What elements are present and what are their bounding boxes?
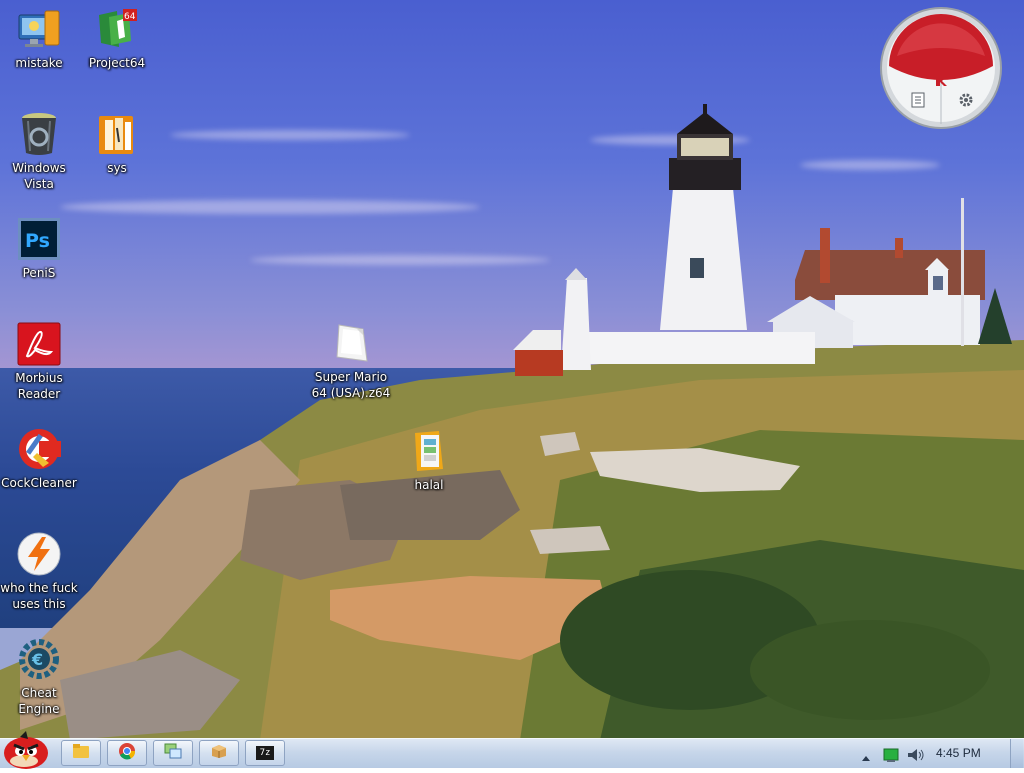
- volume-icon[interactable]: [907, 747, 925, 761]
- desktop-icon-super-mario-64[interactable]: Super Mario 64 (USA).z64: [306, 320, 396, 401]
- taskbar-switch-windows-button[interactable]: [153, 740, 193, 766]
- folder-icon: [94, 111, 140, 157]
- angry-bird-start-icon: [2, 731, 52, 773]
- svg-text:Ps: Ps: [25, 230, 50, 252]
- gear-icon[interactable]: [958, 92, 974, 108]
- desktop-icon-label: Super Mario 64 (USA).z64: [311, 370, 391, 400]
- svg-text:€: €: [31, 650, 43, 669]
- desktop-icon-morbius-reader[interactable]: Morbius Reader: [0, 321, 78, 402]
- package-icon: [210, 743, 228, 763]
- desktop-icon-label: Morbius Reader: [15, 371, 63, 401]
- desktop-icon-penis[interactable]: Ps PeniS: [0, 216, 78, 281]
- monitor-user-icon: [16, 6, 62, 52]
- desktop-icon-sys[interactable]: sys: [78, 111, 156, 176]
- desktop-icon-cheat-engine[interactable]: € Cheat Engine: [0, 636, 78, 717]
- cheat-engine-icon: €: [16, 636, 62, 682]
- recycle-bin-icon: [16, 111, 62, 157]
- show-hidden-icon[interactable]: [861, 749, 871, 761]
- taskbar-chrome-button[interactable]: [107, 740, 147, 766]
- rom-file-icon: [328, 320, 374, 366]
- taskbar-7zip-button[interactable]: 7z: [245, 740, 285, 766]
- report-icon[interactable]: [911, 92, 925, 108]
- window-switch-icon: [164, 743, 182, 763]
- network-icon[interactable]: [883, 747, 899, 762]
- desktop-icon-label: mistake: [15, 56, 63, 70]
- taskbar-explorer-button[interactable]: [61, 740, 101, 766]
- desktop-icon-project64[interactable]: 64 Project64: [78, 6, 156, 71]
- desktop-icon-windows-vista[interactable]: Windows Vista: [0, 111, 78, 192]
- desktop-icon-who-the-fuck-uses-this[interactable]: who the fuck uses this: [0, 531, 78, 612]
- coastline: [0, 340, 1024, 738]
- start-button[interactable]: [2, 731, 52, 769]
- chrome-icon: [118, 742, 136, 764]
- 7zip-icon: 7z: [256, 746, 274, 760]
- lightning-icon: [16, 531, 62, 577]
- pdf-reader-icon: [16, 321, 62, 367]
- taskbar-package-button[interactable]: [199, 740, 239, 766]
- desktop-icon-halal[interactable]: halal: [390, 428, 468, 493]
- ccleaner-icon: [16, 426, 62, 472]
- explorer-folder-icon: [72, 743, 90, 763]
- desktop-icon-label: CockCleaner: [1, 476, 77, 490]
- lighthouse-scene: [513, 104, 985, 376]
- kaspersky-logo-icon: [934, 73, 948, 87]
- pine-tree: [978, 288, 1012, 344]
- clock[interactable]: 4:45 PM: [936, 746, 981, 760]
- desktop-icon-label: PeniS: [22, 266, 56, 280]
- photoshop-icon: Ps: [16, 216, 62, 262]
- desktop-icon-label: Cheat Engine: [18, 686, 60, 716]
- flag-pole: [961, 198, 964, 346]
- desktop-icon-label: Project64: [88, 56, 146, 70]
- desktop-icon-mistake[interactable]: mistake: [0, 6, 78, 71]
- project64-icon: 64: [94, 6, 140, 52]
- desktop-icon-label: who the fuck uses this: [0, 581, 78, 611]
- desktop-icon-cockcleaner[interactable]: CockCleaner: [0, 426, 78, 491]
- desktop-icon-label: Windows Vista: [12, 161, 66, 191]
- taskbar: 7z 4:45 PM: [0, 731, 1024, 769]
- image-file-icon: [406, 428, 452, 474]
- show-desktop-button[interactable]: [1010, 739, 1023, 768]
- svg-text:64: 64: [124, 12, 136, 22]
- kaspersky-gadget[interactable]: [879, 6, 1003, 130]
- desktop-icon-label: halal: [414, 478, 444, 492]
- desktop-icon-label: sys: [107, 161, 127, 175]
